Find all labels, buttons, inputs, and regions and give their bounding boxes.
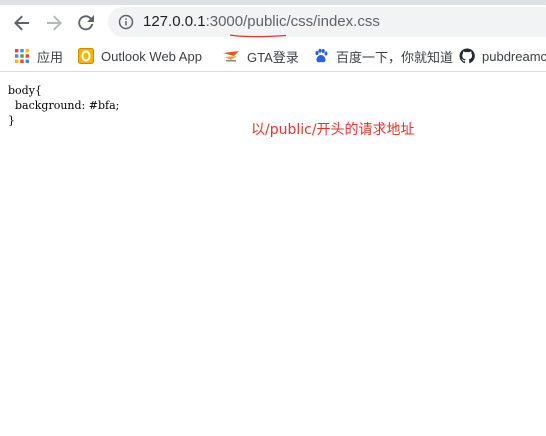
annotation-text: 以/public/开头的请求地址 (251, 122, 415, 138)
bookmark-outlook[interactable]: Outlook Web App (78, 46, 202, 66)
url-text[interactable]: 127.0.0.1:3000/public/css/index.css (143, 12, 380, 32)
gta-logo-icon (222, 48, 240, 64)
bookmark-label: pubdreamc (482, 48, 546, 64)
info-icon[interactable] (118, 14, 134, 30)
bookmarks-bar: 应用 Outlook Web App GTA登录 百度一下，你就知道 pubdr… (0, 40, 546, 72)
css-source-text: body{ background: #bfa; } (8, 84, 120, 127)
url-host: 127.0.0.1 (143, 13, 206, 30)
address-bar[interactable]: 127.0.0.1:3000/public/css/index.css (108, 7, 546, 37)
github-icon (459, 48, 475, 64)
arrow-left-icon (14, 15, 29, 31)
tab-strip-edge (0, 0, 546, 5)
forward-button[interactable] (42, 11, 66, 35)
reload-button[interactable] (74, 11, 98, 35)
bookmark-label: 百度一下，你就知道 (336, 49, 454, 65)
baidu-paw-icon (313, 48, 329, 64)
bookmark-gta[interactable]: GTA登录 (222, 46, 299, 66)
back-button[interactable] (10, 11, 34, 35)
bookmark-apps[interactable]: 应用 (14, 46, 63, 66)
reload-icon (78, 15, 94, 31)
apps-grid-icon (14, 48, 30, 64)
page-content: body{ background: #bfa; } 以/public/开头的请求… (0, 72, 546, 436)
bookmark-github[interactable]: pubdreamc (459, 46, 546, 66)
url-path: :3000/public/css/index.css (205, 13, 380, 30)
red-underline-mark (229, 34, 287, 38)
bookmark-label: Outlook Web App (101, 48, 202, 64)
bookmark-label: 应用 (37, 49, 64, 65)
outlook-icon (78, 48, 94, 64)
browser-toolbar: 127.0.0.1:3000/public/css/index.css (0, 0, 546, 40)
arrow-right-icon (47, 15, 62, 31)
bookmark-baidu[interactable]: 百度一下，你就知道 (313, 46, 453, 66)
bookmark-label: GTA登录 (247, 49, 299, 65)
